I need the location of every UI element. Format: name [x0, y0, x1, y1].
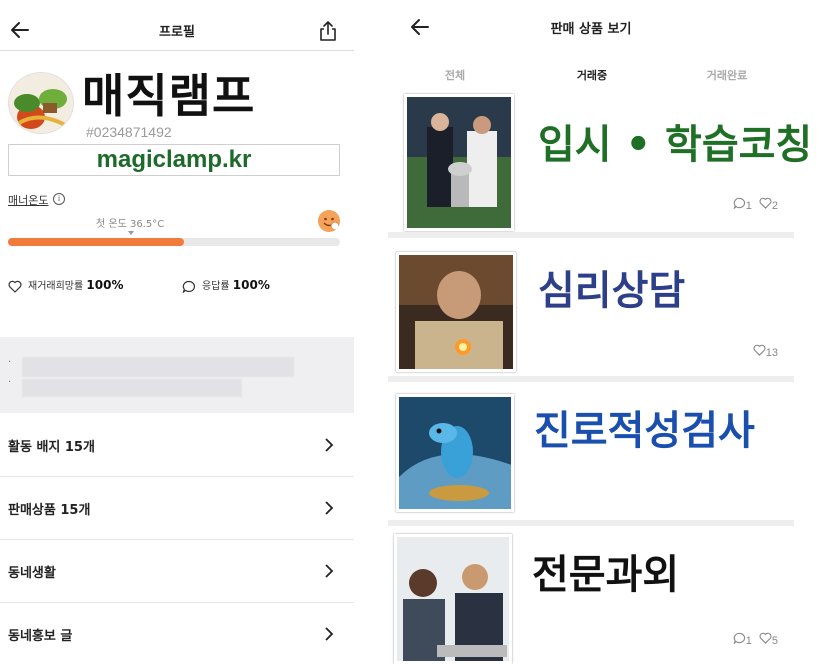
- chat-bubble-icon: [182, 280, 195, 293]
- profile-id: #0234871492: [86, 124, 172, 140]
- thumbnail-image: [399, 255, 513, 369]
- avatar-image: [9, 73, 73, 133]
- blurred-text: [22, 357, 294, 377]
- manner-temp-bar: [8, 238, 340, 246]
- menu-neighborhood-life[interactable]: 동네생활: [0, 540, 354, 603]
- chat-bubble-icon: [733, 632, 745, 645]
- response-rate-value: 100%: [232, 278, 270, 292]
- heart-outline-icon: [8, 280, 22, 293]
- page-title: 판매 상품 보기: [550, 22, 632, 37]
- response-rate-label: 응답률: [202, 281, 230, 292]
- manner-temp-label[interactable]: 매너온도: [8, 192, 48, 208]
- rehire-rate-value: 100%: [86, 278, 124, 292]
- chat-count: 1: [745, 635, 752, 647]
- profile-name: 매직램프: [82, 69, 256, 123]
- like-count: 2: [771, 200, 778, 212]
- avatar[interactable]: [8, 72, 74, 134]
- profile-panel: 프로필 매직램프 #0234871492 magiclamp.kr 매너온도 i…: [0, 0, 354, 664]
- chat-count: 1: [745, 200, 752, 212]
- item-counts: 13: [753, 344, 778, 359]
- manner-temp-fill: [8, 238, 184, 246]
- item-title: 심리상담: [538, 268, 686, 314]
- first-temp-marker-icon: [128, 231, 134, 235]
- like-count: 5: [771, 635, 778, 647]
- smiley-face-icon: [318, 210, 340, 232]
- first-temp-label: 첫 온도 36.5°C: [96, 219, 165, 230]
- rehire-rate-stat: 재거래희망률 100%: [8, 277, 123, 293]
- profile-header: 프로필: [0, 0, 354, 51]
- menu-label: 동네생활: [8, 566, 56, 581]
- item-title: 전문과외: [532, 552, 680, 598]
- item-thumbnail: [396, 394, 514, 512]
- list-item[interactable]: 진로적성검사: [388, 382, 794, 520]
- tab-completed[interactable]: 거래완료: [660, 67, 794, 83]
- menu-sale-items[interactable]: 판매상품 15개: [0, 477, 354, 540]
- chevron-right-icon: [325, 438, 334, 452]
- menu-label: 판매상품 15개: [8, 503, 91, 518]
- sale-items-header: 판매 상품 보기: [388, 0, 828, 52]
- blurred-bullet: ·: [8, 377, 12, 388]
- thumbnail-image: [407, 97, 511, 228]
- menu-label: 동네홍보 글: [8, 629, 73, 644]
- chevron-right-icon: [325, 627, 334, 641]
- list-item[interactable]: 입시 • 학습코칭 1 2: [388, 92, 812, 232]
- item-title: 입시 • 학습코칭: [538, 122, 813, 168]
- thumbnail-image: [399, 397, 511, 509]
- rehire-rate-label: 재거래희망률: [28, 281, 84, 292]
- heart-outline-icon: [759, 632, 772, 644]
- blurred-text: [22, 379, 242, 397]
- blurred-info-section: · ·: [0, 337, 354, 413]
- response-rate-stat: 응답률 100%: [182, 277, 270, 293]
- menu-activity-badges[interactable]: 활동 배지 15개: [0, 414, 354, 477]
- chevron-right-icon: [325, 564, 334, 578]
- item-counts: 1 5: [733, 632, 778, 647]
- item-counts: 1 2: [733, 197, 778, 212]
- list-item[interactable]: 심리상담 13: [388, 238, 794, 376]
- heart-outline-icon: [753, 344, 766, 356]
- tab-in-progress[interactable]: 거래중: [525, 67, 659, 83]
- item-thumbnail: [404, 94, 514, 231]
- share-icon[interactable]: [318, 20, 338, 42]
- screenshot-root: 프로필 매직램프 #0234871492 magiclamp.kr 매너온도 i…: [0, 0, 828, 664]
- item-thumbnail: [394, 534, 512, 664]
- item-title: 진로적성검사: [534, 408, 755, 454]
- menu-label: 활동 배지 15개: [8, 440, 95, 455]
- sale-items-panel: 판매 상품 보기 전체 거래중 거래완료 입시 • 학습코칭 1 2 심리상담 …: [388, 0, 828, 664]
- menu-neighborhood-promo[interactable]: 동네홍보 글: [0, 603, 354, 664]
- blurred-bullet: ·: [8, 357, 12, 368]
- like-count: 13: [765, 347, 778, 359]
- thumbnail-image: [397, 537, 509, 661]
- chat-bubble-icon: [733, 197, 745, 210]
- heart-outline-icon: [759, 197, 772, 209]
- tab-all[interactable]: 전체: [388, 67, 522, 83]
- list-item[interactable]: 전문과외 1 5: [388, 526, 794, 664]
- chevron-right-icon: [325, 501, 334, 515]
- website-box: magiclamp.kr: [8, 144, 340, 176]
- website-text: magiclamp.kr: [96, 146, 252, 173]
- info-icon[interactable]: i: [53, 193, 65, 205]
- page-title: 프로필: [159, 25, 195, 40]
- item-thumbnail: [396, 252, 516, 372]
